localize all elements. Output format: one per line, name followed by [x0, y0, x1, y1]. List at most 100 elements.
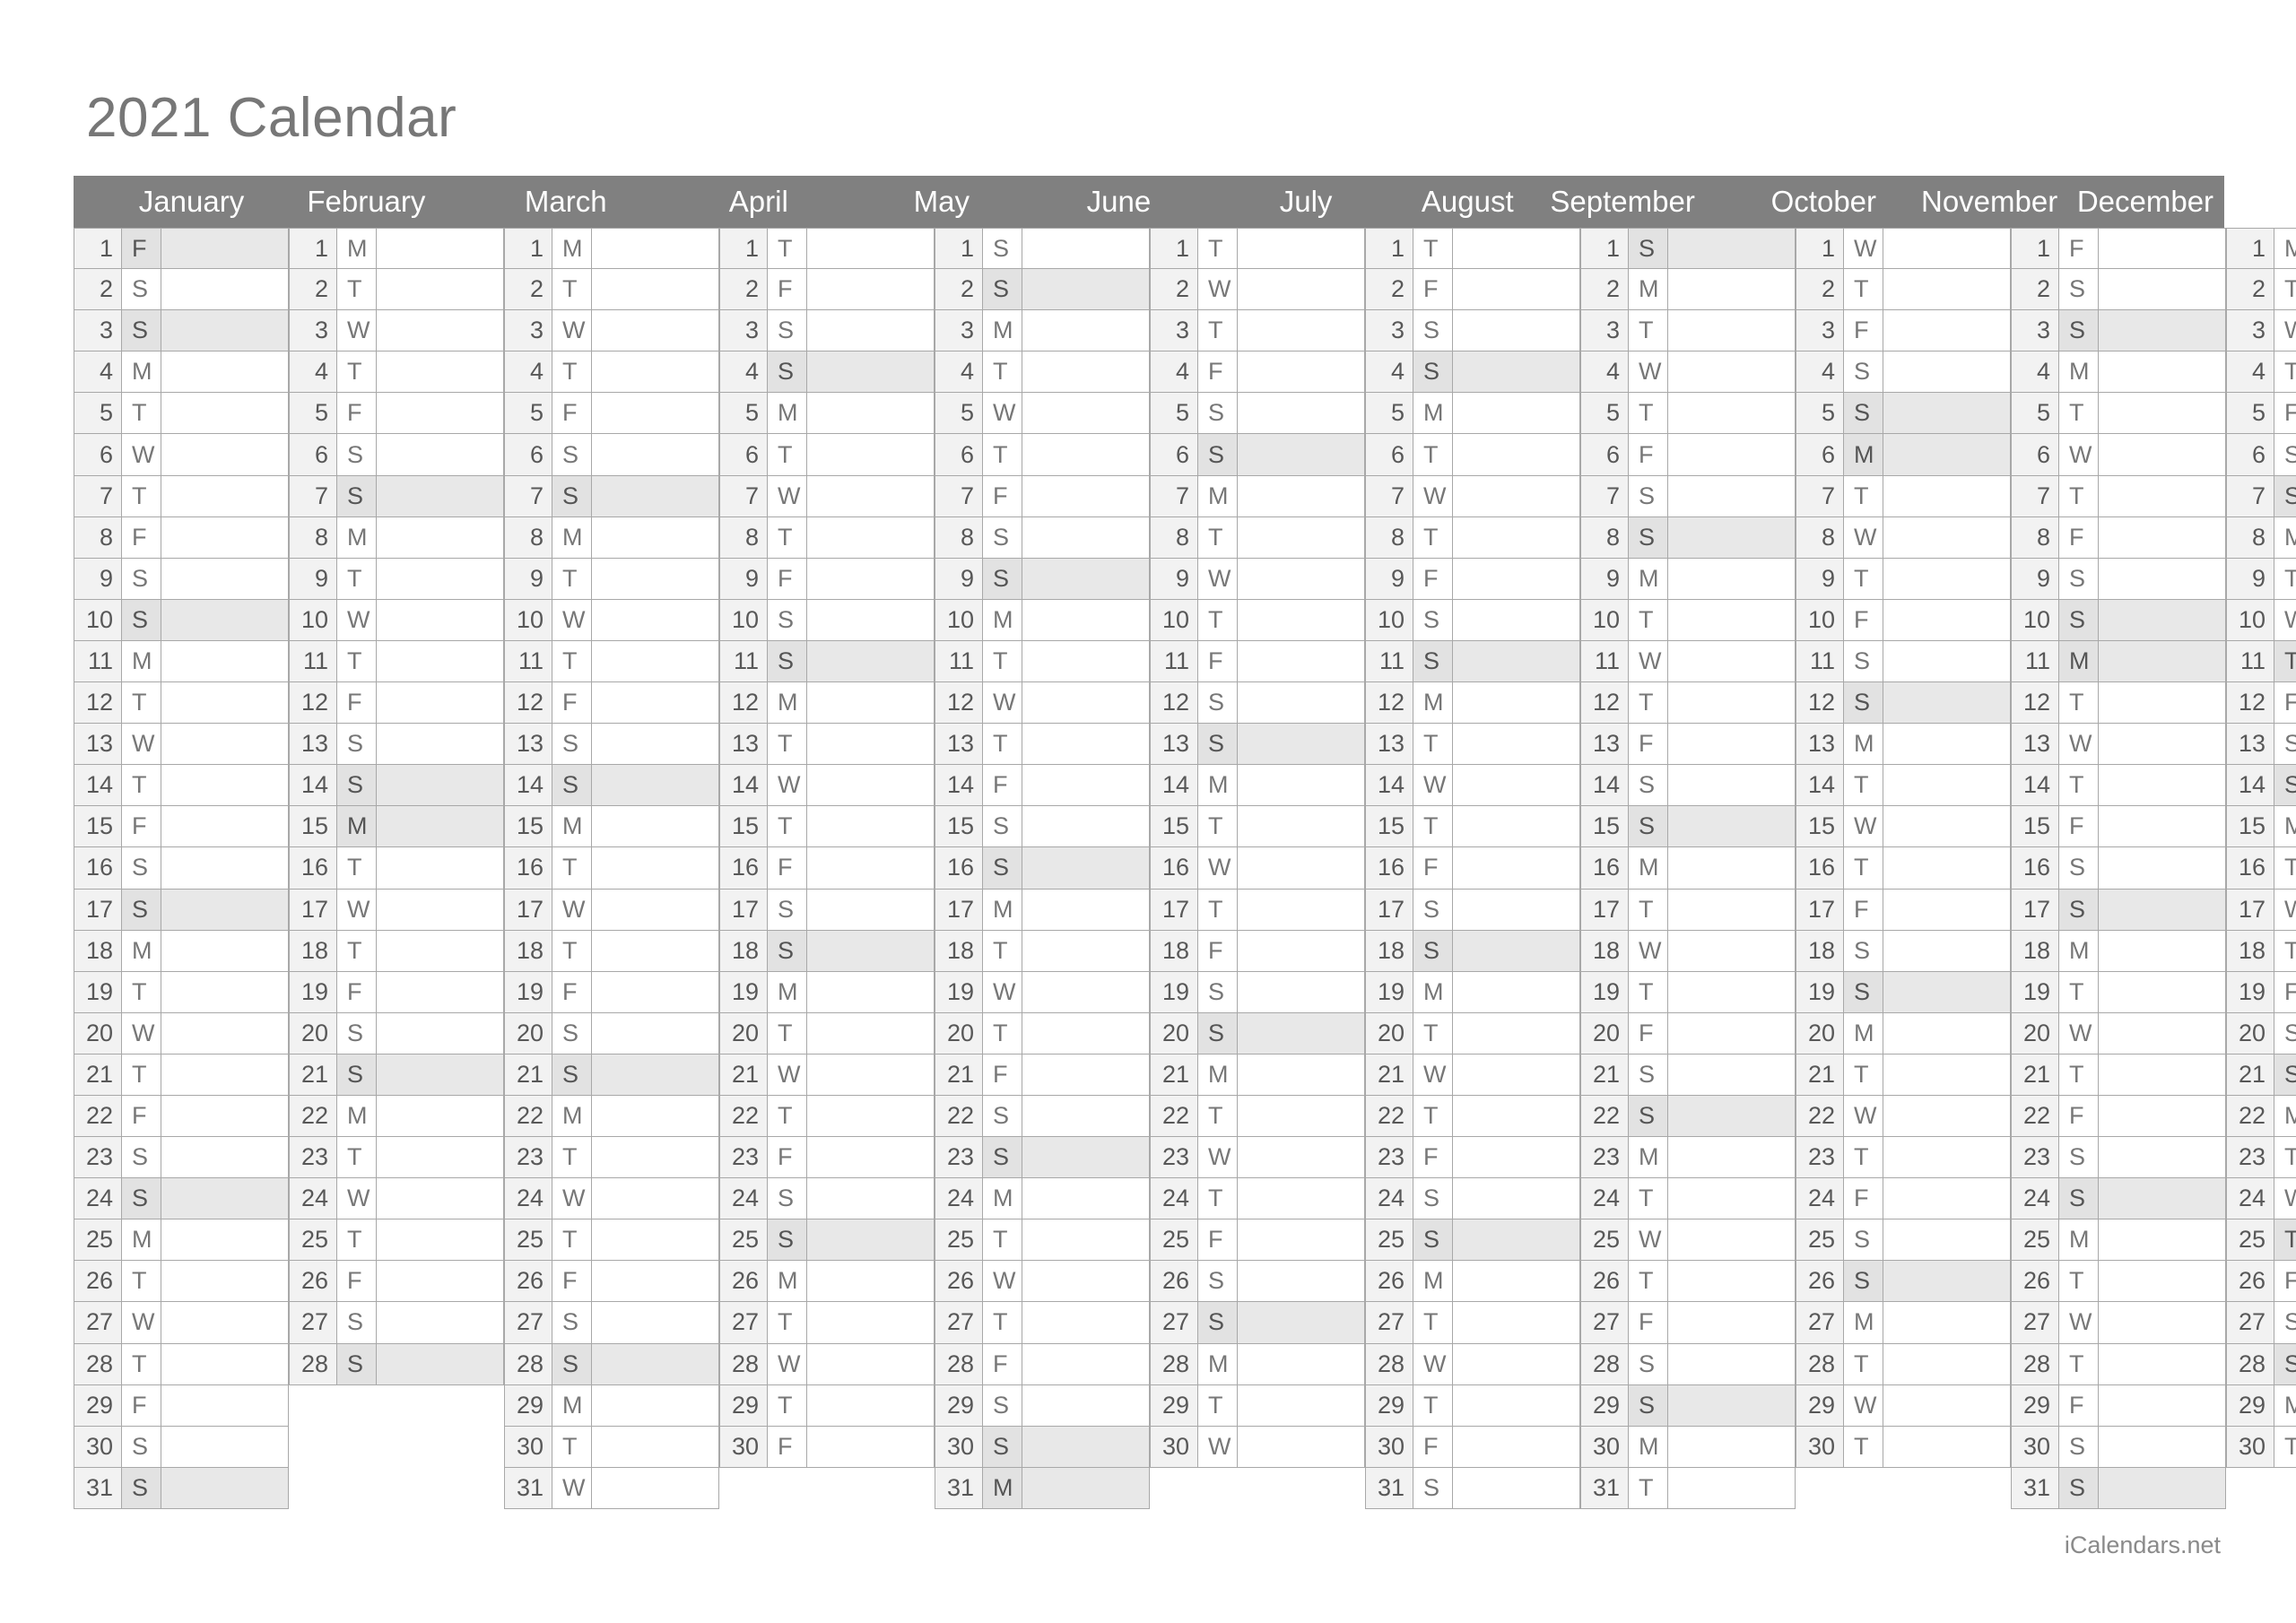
- day-note-area[interactable]: [161, 352, 289, 394]
- day-note-area[interactable]: [161, 599, 289, 641]
- day-note-area[interactable]: [1022, 1384, 1150, 1427]
- day-note-area[interactable]: [1238, 475, 1365, 517]
- day-note-area[interactable]: [807, 599, 935, 641]
- day-note-area[interactable]: [377, 724, 504, 766]
- day-note-area[interactable]: [592, 971, 719, 1013]
- day-note-area[interactable]: [2099, 640, 2226, 683]
- day-note-area[interactable]: [161, 971, 289, 1013]
- day-note-area[interactable]: [807, 1219, 935, 1262]
- day-note-area[interactable]: [1453, 971, 1580, 1013]
- day-note-area[interactable]: [1668, 1178, 1796, 1220]
- day-note-area[interactable]: [1022, 847, 1150, 890]
- day-note-area[interactable]: [1453, 1261, 1580, 1303]
- day-note-area[interactable]: [1238, 1343, 1365, 1385]
- day-note-area[interactable]: [1883, 682, 2011, 725]
- day-note-area[interactable]: [592, 558, 719, 600]
- day-note-area[interactable]: [1238, 1095, 1365, 1138]
- day-note-area[interactable]: [807, 1095, 935, 1138]
- day-note-area[interactable]: [2099, 269, 2226, 311]
- day-note-area[interactable]: [1668, 1467, 1796, 1509]
- day-note-area[interactable]: [161, 1095, 289, 1138]
- day-note-area[interactable]: [807, 1426, 935, 1468]
- day-note-area[interactable]: [377, 889, 504, 931]
- day-note-area[interactable]: [161, 806, 289, 848]
- day-note-area[interactable]: [1883, 269, 2011, 311]
- day-note-area[interactable]: [1668, 558, 1796, 600]
- day-note-area[interactable]: [1453, 1302, 1580, 1344]
- day-note-area[interactable]: [1022, 1054, 1150, 1096]
- day-note-area[interactable]: [592, 1343, 719, 1385]
- day-note-area[interactable]: [1238, 806, 1365, 848]
- day-note-area[interactable]: [2099, 1054, 2226, 1096]
- day-note-area[interactable]: [807, 1302, 935, 1344]
- day-note-area[interactable]: [1238, 765, 1365, 807]
- day-note-area[interactable]: [2099, 682, 2226, 725]
- day-note-area[interactable]: [807, 352, 935, 394]
- day-note-area[interactable]: [161, 847, 289, 890]
- day-note-area[interactable]: [2099, 599, 2226, 641]
- day-note-area[interactable]: [161, 516, 289, 559]
- day-note-area[interactable]: [1453, 724, 1580, 766]
- day-note-area[interactable]: [1668, 393, 1796, 435]
- day-note-area[interactable]: [161, 1178, 289, 1220]
- day-note-area[interactable]: [2099, 1137, 2226, 1179]
- day-note-area[interactable]: [2099, 1384, 2226, 1427]
- day-note-area[interactable]: [1883, 516, 2011, 559]
- day-note-area[interactable]: [161, 1384, 289, 1427]
- day-note-area[interactable]: [1022, 599, 1150, 641]
- day-note-area[interactable]: [1883, 558, 2011, 600]
- day-note-area[interactable]: [2099, 516, 2226, 559]
- day-note-area[interactable]: [161, 1426, 289, 1468]
- day-note-area[interactable]: [1883, 1261, 2011, 1303]
- day-note-area[interactable]: [1022, 1095, 1150, 1138]
- day-note-area[interactable]: [1022, 228, 1150, 270]
- day-note-area[interactable]: [807, 1261, 935, 1303]
- day-note-area[interactable]: [1022, 930, 1150, 972]
- day-note-area[interactable]: [1883, 765, 2011, 807]
- day-note-area[interactable]: [1022, 1302, 1150, 1344]
- day-note-area[interactable]: [161, 1054, 289, 1096]
- day-note-area[interactable]: [1453, 599, 1580, 641]
- day-note-area[interactable]: [1453, 1095, 1580, 1138]
- day-note-area[interactable]: [807, 1384, 935, 1427]
- day-note-area[interactable]: [1668, 889, 1796, 931]
- day-note-area[interactable]: [1668, 847, 1796, 890]
- day-note-area[interactable]: [807, 640, 935, 683]
- day-note-area[interactable]: [377, 806, 504, 848]
- day-note-area[interactable]: [377, 1219, 504, 1262]
- day-note-area[interactable]: [377, 1012, 504, 1055]
- day-note-area[interactable]: [2099, 1178, 2226, 1220]
- day-note-area[interactable]: [2099, 1261, 2226, 1303]
- day-note-area[interactable]: [377, 393, 504, 435]
- day-note-area[interactable]: [1022, 475, 1150, 517]
- day-note-area[interactable]: [1022, 1467, 1150, 1509]
- day-note-area[interactable]: [377, 682, 504, 725]
- day-note-area[interactable]: [592, 352, 719, 394]
- day-note-area[interactable]: [1668, 971, 1796, 1013]
- day-note-area[interactable]: [2099, 724, 2226, 766]
- day-note-area[interactable]: [161, 724, 289, 766]
- day-note-area[interactable]: [1883, 599, 2011, 641]
- day-note-area[interactable]: [1238, 1384, 1365, 1427]
- day-note-area[interactable]: [377, 1054, 504, 1096]
- day-note-area[interactable]: [161, 228, 289, 270]
- day-note-area[interactable]: [1022, 640, 1150, 683]
- day-note-area[interactable]: [2099, 806, 2226, 848]
- day-note-area[interactable]: [807, 1137, 935, 1179]
- day-note-area[interactable]: [2099, 393, 2226, 435]
- day-note-area[interactable]: [807, 889, 935, 931]
- day-note-area[interactable]: [807, 310, 935, 352]
- day-note-area[interactable]: [1883, 806, 2011, 848]
- day-note-area[interactable]: [807, 847, 935, 890]
- day-note-area[interactable]: [1453, 806, 1580, 848]
- day-note-area[interactable]: [377, 434, 504, 476]
- day-note-area[interactable]: [1883, 1054, 2011, 1096]
- day-note-area[interactable]: [1668, 682, 1796, 725]
- day-note-area[interactable]: [592, 889, 719, 931]
- day-note-area[interactable]: [377, 475, 504, 517]
- day-note-area[interactable]: [1883, 1012, 2011, 1055]
- day-note-area[interactable]: [807, 971, 935, 1013]
- day-note-area[interactable]: [1022, 1219, 1150, 1262]
- day-note-area[interactable]: [592, 1219, 719, 1262]
- day-note-area[interactable]: [807, 682, 935, 725]
